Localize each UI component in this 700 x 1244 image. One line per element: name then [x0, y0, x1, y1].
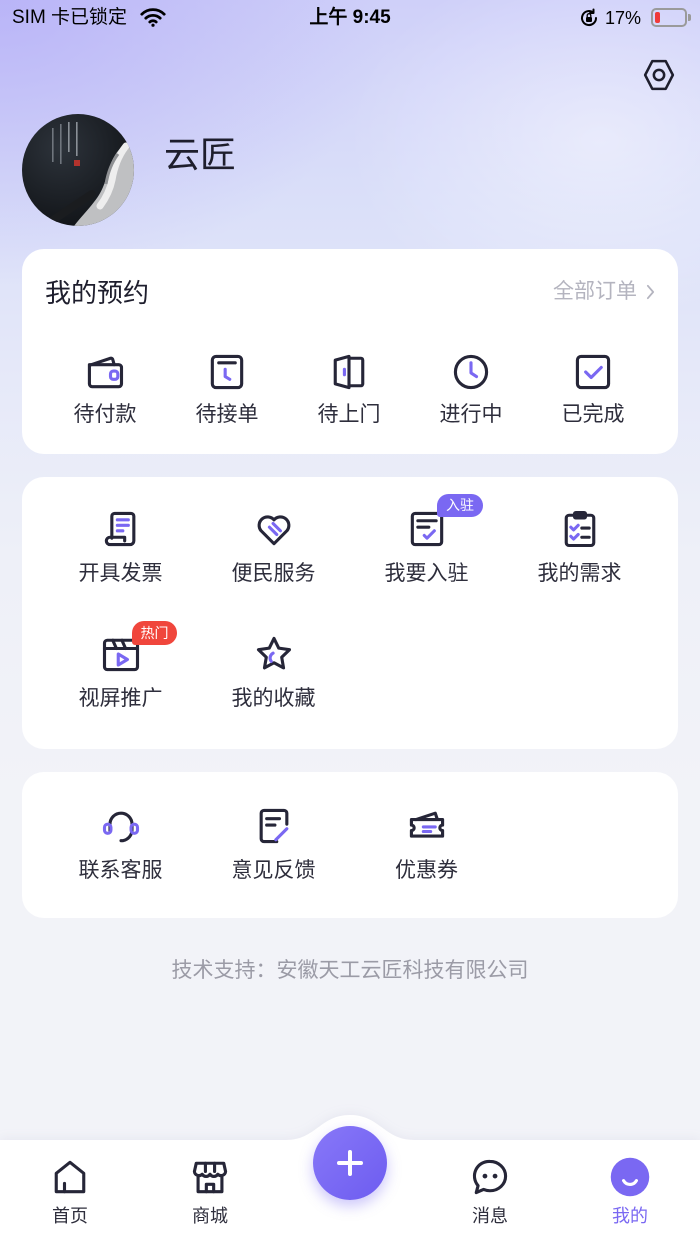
service-invoice[interactable]: 开具发票: [44, 507, 197, 587]
service-convenience[interactable]: 便民服务: [197, 507, 350, 587]
appointment-completed[interactable]: 已完成: [532, 350, 654, 428]
battery-icon: [651, 8, 691, 27]
status-bar: SIM 卡已锁定 上午 9:45 17%: [0, 0, 700, 40]
tab-bar: 首页 商城 消息 我的: [0, 1110, 700, 1244]
support-customer-service[interactable]: 联系客服: [44, 804, 197, 884]
service-label: 我的收藏: [231, 687, 316, 710]
support-label: 意见反馈: [231, 859, 316, 882]
store-icon: [188, 1155, 232, 1199]
support-feedback[interactable]: 意见反馈: [197, 804, 350, 884]
tab-home[interactable]: 首页: [20, 1155, 120, 1227]
service-label: 我要入驻: [384, 562, 469, 585]
wallet-icon: [83, 350, 127, 394]
appointment-label: 已完成: [561, 403, 625, 426]
tab-label: 我的: [612, 1206, 648, 1226]
tech-support-text: 技术支持：安徽天工云匠科技有限公司: [171, 959, 529, 982]
headset-icon: [99, 804, 143, 848]
all-orders-link[interactable]: 全部订单: [553, 279, 655, 305]
appointment-pending-accept[interactable]: 待接单: [166, 350, 288, 428]
avatar[interactable]: [22, 114, 134, 226]
service-my-needs[interactable]: 我的需求: [503, 507, 656, 587]
battery-level-fill: [655, 12, 660, 23]
pending-order-icon: [205, 350, 249, 394]
tab-label: 消息: [472, 1206, 508, 1226]
feedback-icon: [252, 804, 296, 848]
settings-icon[interactable]: [640, 56, 678, 94]
message-icon: [468, 1155, 512, 1199]
service-favorites[interactable]: 我的收藏: [197, 632, 350, 712]
appointments-card: 我的预约 全部订单 待付款 待接单 待上门 进行中 已完成: [22, 249, 678, 454]
rotation-lock-icon: [581, 8, 598, 27]
service-label: 视屏推广: [78, 687, 163, 710]
services-card: 开具发票 便民服务 我要入驻 入驻 我的需求 视屏推广 热门 我的收藏: [22, 477, 678, 749]
service-video-promotion[interactable]: 视屏推广 热门: [44, 621, 197, 712]
coupon-icon: [405, 804, 449, 848]
service-label: 开具发票: [78, 562, 163, 585]
star-icon: [252, 632, 296, 676]
tab-messages[interactable]: 消息: [440, 1155, 540, 1227]
add-button[interactable]: [313, 1126, 387, 1200]
heart-handshake-icon: [252, 507, 296, 551]
appointment-pending-payment[interactable]: 待付款: [44, 350, 166, 428]
support-coupons[interactable]: 优惠券: [350, 804, 503, 884]
clock-icon: [449, 350, 493, 394]
home-icon: [48, 1155, 92, 1199]
tab-store[interactable]: 商城: [160, 1155, 260, 1227]
check-square-icon: [571, 350, 615, 394]
service-settle-in[interactable]: 我要入驻 入驻: [350, 494, 503, 587]
battery-percent: 17%: [605, 8, 642, 28]
user-name[interactable]: 云匠: [164, 130, 236, 180]
appointment-label: 进行中: [439, 403, 503, 426]
support-label: 联系客服: [78, 859, 163, 882]
tab-label: 商城: [192, 1206, 228, 1226]
battery-cap: [688, 14, 691, 21]
appointment-pending-visit[interactable]: 待上门: [288, 350, 410, 428]
service-label: 我的需求: [537, 562, 622, 585]
plus-icon: [337, 1150, 363, 1176]
support-card: 联系客服 意见反馈 优惠券: [22, 772, 678, 918]
chevron-right-icon: [646, 284, 655, 300]
appointment-in-progress[interactable]: 进行中: [410, 350, 532, 428]
join-badge: 入驻: [437, 494, 483, 517]
door-icon: [327, 350, 371, 394]
appointments-title: 我的预约: [45, 278, 150, 308]
support-label: 优惠券: [395, 859, 458, 882]
appointment-label: 待上门: [317, 403, 381, 426]
appointment-label: 待接单: [195, 403, 259, 426]
tab-label: 首页: [52, 1206, 88, 1226]
service-label: 便民服务: [231, 562, 316, 585]
invoice-icon: [99, 507, 143, 551]
hot-badge: 热门: [132, 621, 177, 645]
all-orders-label: 全部订单: [553, 280, 637, 303]
checklist-icon: [558, 507, 602, 551]
appointment-label: 待付款: [73, 403, 137, 426]
tab-mine[interactable]: 我的: [580, 1155, 680, 1227]
profile-icon: [608, 1155, 652, 1199]
